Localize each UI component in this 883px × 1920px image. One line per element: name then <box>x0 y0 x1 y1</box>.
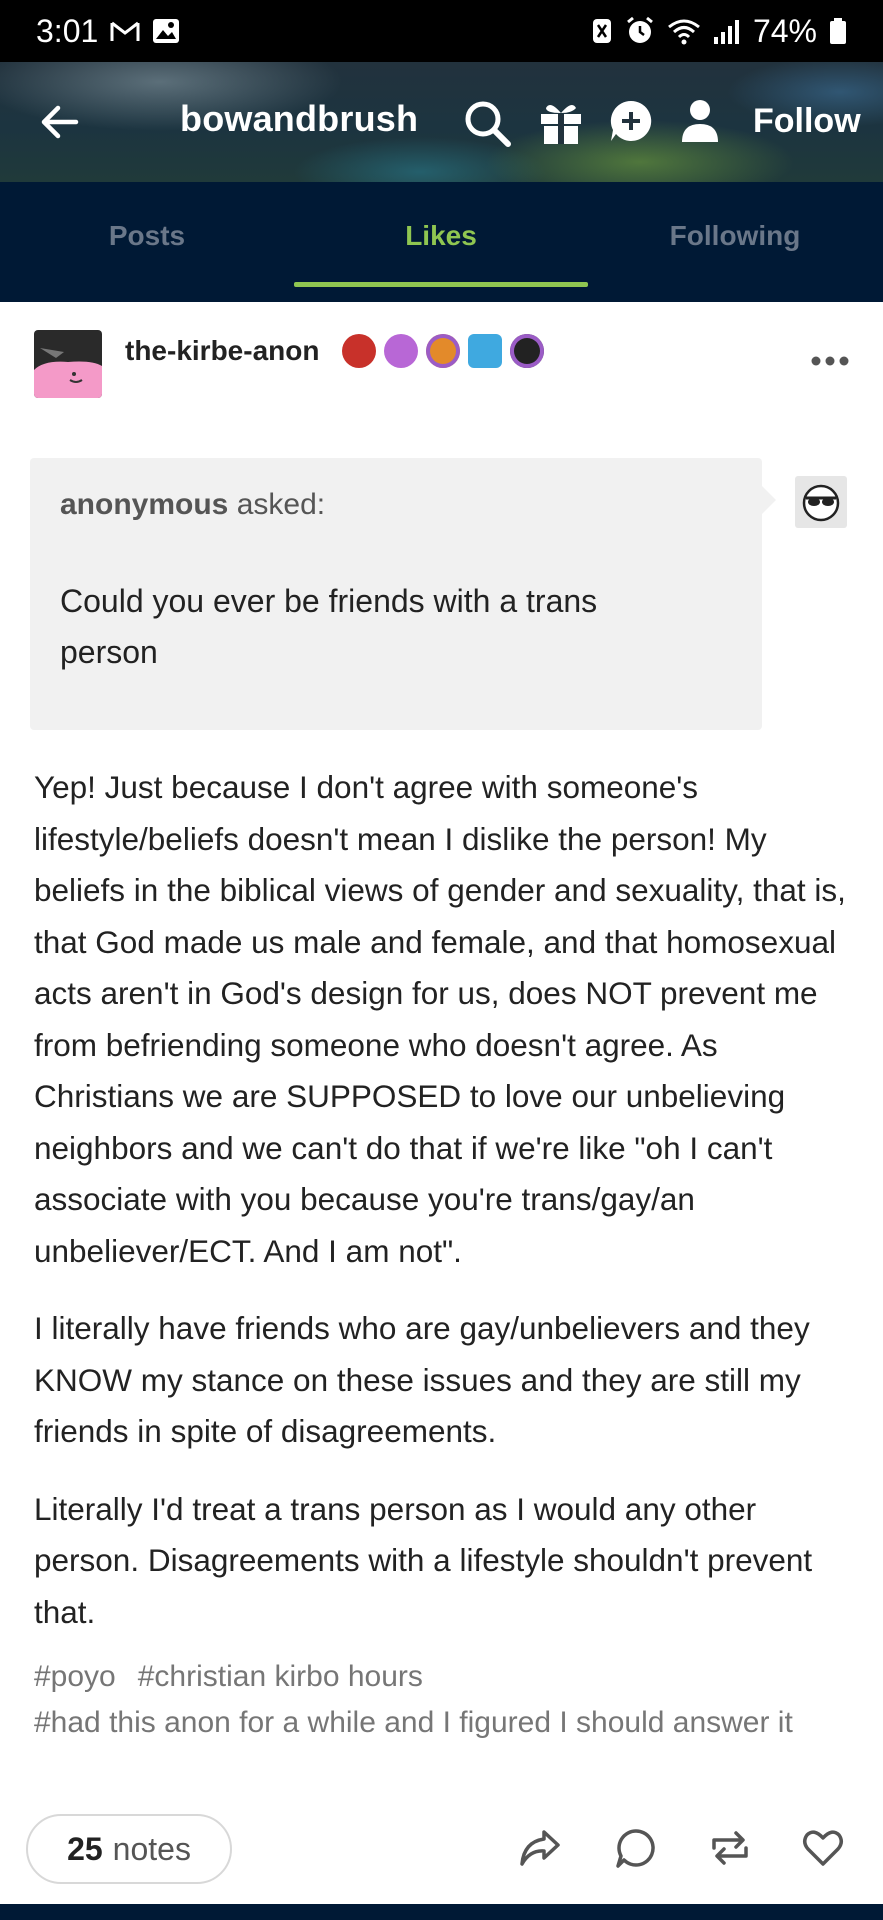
notes-label: notes <box>112 1830 191 1867</box>
sunglasses-icon <box>802 484 840 522</box>
reblog-button[interactable] <box>708 1826 752 1870</box>
nfc-icon <box>591 17 613 45</box>
paw-badge-icon[interactable] <box>510 334 544 368</box>
status-time: 3:01 <box>36 12 99 49</box>
post-body: Yep! Just because I don't agree with som… <box>34 762 854 1664</box>
person-icon <box>682 100 718 142</box>
tab-likes[interactable]: Likes <box>294 220 588 252</box>
battery-percent: 74% <box>752 12 817 49</box>
paw-badge-icon[interactable] <box>384 334 418 368</box>
back-button[interactable] <box>36 98 84 146</box>
tag-link[interactable]: #poyo <box>34 1660 116 1693</box>
post-author-name[interactable]: the-kirbe-anon <box>125 335 319 367</box>
red-hexagon-badge-icon[interactable] <box>342 334 376 368</box>
chat-plus-icon <box>610 100 652 141</box>
notes-count: 25 <box>67 1830 103 1867</box>
profile-button[interactable] <box>680 98 728 146</box>
gallery-icon <box>152 18 180 44</box>
ask-question: Could you ever be friends with a trans p… <box>60 583 598 670</box>
gift-button[interactable] <box>538 98 586 146</box>
arrow-left-icon <box>41 105 79 139</box>
active-tab-indicator <box>294 282 588 287</box>
status-bar: 3:01 74% <box>0 0 883 62</box>
tab-posts[interactable]: Posts <box>0 220 294 252</box>
notes-button[interactable]: 25 notes <box>26 1814 232 1884</box>
alarm-icon <box>625 16 655 46</box>
ask-box-tail <box>762 486 776 514</box>
heart-icon <box>803 1830 843 1866</box>
share-icon <box>520 1830 560 1866</box>
comment-icon <box>616 1829 655 1868</box>
battery-icon <box>829 17 847 45</box>
asked-label: asked: <box>236 488 326 521</box>
tag-link[interactable]: #had this anon for a while and I figured… <box>34 1706 793 1739</box>
post-tags: #poyo #christian kirbo hours #had this an… <box>34 1654 834 1746</box>
reblog-icon <box>712 1831 748 1865</box>
search-button[interactable] <box>462 98 511 147</box>
share-button[interactable] <box>518 1826 562 1870</box>
ellipsis-icon <box>811 356 849 366</box>
post-paragraph: Yep! Just because I don't agree with som… <box>34 769 846 1269</box>
post-paragraph: Literally I'd treat a trans person as I … <box>34 1490 813 1630</box>
blog-title: bowandbrush <box>180 98 419 139</box>
more-options-button[interactable] <box>810 354 850 368</box>
tag-link[interactable]: #christian kirbo hours <box>138 1660 423 1693</box>
author-avatar[interactable] <box>34 330 102 398</box>
author-badges <box>342 334 544 368</box>
ask-box: anonymous asked: Could you ever be frien… <box>30 458 762 730</box>
signal-icon <box>713 17 741 45</box>
like-button[interactable] <box>801 1826 845 1870</box>
follow-button[interactable]: Follow <box>753 102 861 141</box>
ask-button[interactable] <box>608 98 656 146</box>
ask-header: anonymous asked: <box>60 488 325 522</box>
wifi-icon <box>667 17 701 45</box>
reply-button[interactable] <box>614 1826 658 1870</box>
robot-badge-icon[interactable] <box>468 334 502 368</box>
bottom-bar <box>0 1904 883 1920</box>
gmail-icon <box>110 19 140 43</box>
anonymous-avatar <box>795 476 847 528</box>
gift-icon <box>541 104 581 144</box>
asker-name: anonymous <box>60 488 229 521</box>
search-icon <box>465 101 511 147</box>
blog-header: bowandbrush Follow <box>0 62 883 182</box>
post-paragraph: I literally have friends who are gay/unb… <box>34 1310 810 1449</box>
tab-following[interactable]: Following <box>588 220 882 252</box>
paw-badge-icon[interactable] <box>426 334 460 368</box>
